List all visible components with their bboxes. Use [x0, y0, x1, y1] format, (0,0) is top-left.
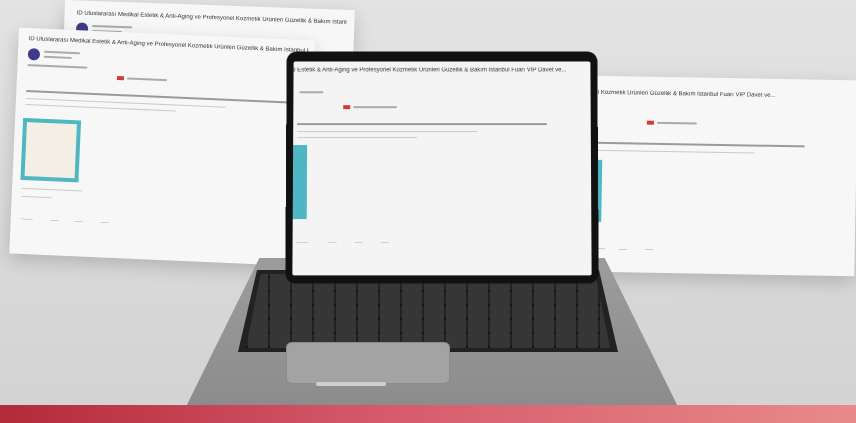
divider	[297, 123, 547, 125]
invitation-thumbnail	[292, 145, 308, 220]
divider	[26, 90, 297, 104]
mockup-scene: ID Uluslararası Medikal Estetik & Anti-A…	[0, 0, 856, 423]
body-line	[21, 195, 52, 199]
body-line	[297, 137, 418, 139]
attachment-meta	[656, 121, 697, 125]
email-subject: ID Uluslararası Medikal Estetik & Anti-A…	[292, 67, 567, 74]
body-line	[25, 104, 176, 112]
divider	[594, 141, 805, 147]
sender-meta	[43, 50, 81, 55]
email-subject: ID Uluslararası Medikal Estetik & Anti-A…	[588, 87, 776, 99]
footer-link: ———	[296, 239, 309, 245]
footer-link: ——	[74, 218, 83, 224]
sender-meta	[43, 55, 72, 59]
attachment-badge	[343, 105, 351, 110]
invitation-thumbnail	[20, 117, 82, 183]
laptop-lip	[316, 382, 386, 386]
footer-link: ——	[100, 219, 109, 225]
email-page-right: ID Uluslararası Medikal Estetik & Anti-A…	[588, 75, 856, 277]
body-line	[594, 149, 755, 154]
attachment-badge	[116, 75, 125, 81]
body-line	[297, 131, 477, 133]
avatar	[27, 48, 41, 61]
attachment-meta	[126, 77, 167, 82]
accent-bar	[0, 405, 856, 423]
footer-link: ——	[50, 217, 59, 223]
sender-meta	[92, 24, 133, 29]
laptop-screen: ID Uluslararası Medikal Estetik & Anti-A…	[285, 51, 599, 284]
attachment-meta	[353, 106, 398, 109]
footer-link: ———	[20, 215, 33, 222]
footer-link: ——	[618, 246, 627, 252]
footer-link: ——	[354, 239, 363, 245]
footer-link: ——	[380, 239, 389, 245]
email-subject: ID Uluslararası Medikal Estetik & Anti-A…	[76, 10, 347, 26]
sender-meta	[299, 91, 324, 94]
sender-meta	[27, 64, 88, 69]
footer-link: ——	[328, 239, 337, 245]
email-page-laptop: ID Uluslararası Medikal Estetik & Anti-A…	[292, 61, 592, 276]
email-page-left: ID Uluslararası Medikal Estetik & Anti-A…	[9, 27, 315, 267]
laptop-keys	[246, 274, 610, 348]
body-line	[22, 187, 83, 192]
footer-link: ——	[644, 246, 653, 252]
laptop-trackpad	[286, 342, 450, 384]
attachment-badge	[646, 120, 654, 125]
